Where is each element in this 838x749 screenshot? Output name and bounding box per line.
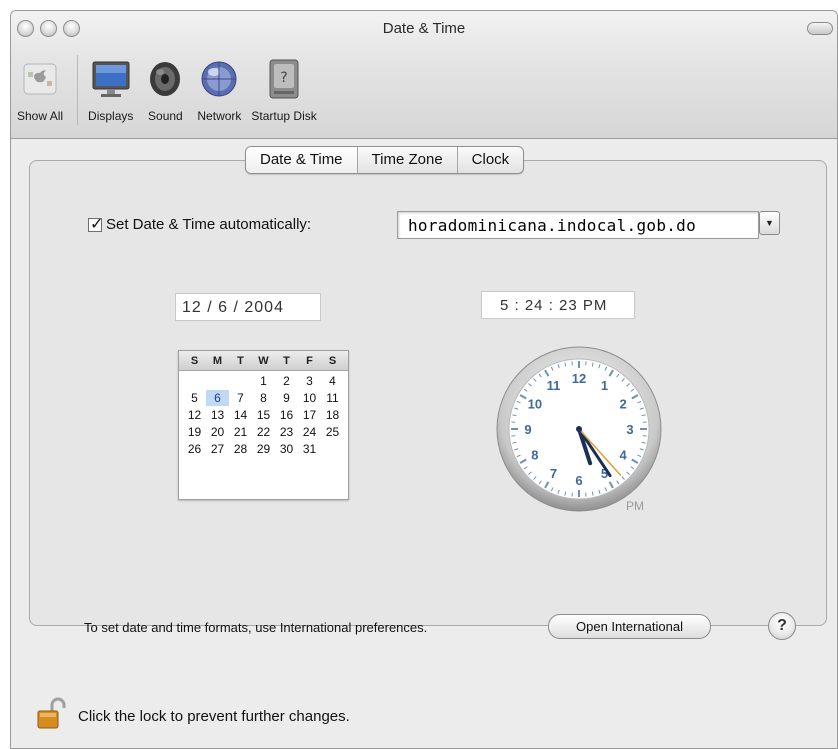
calendar-day[interactable]: 17 xyxy=(298,407,321,423)
calendar-day[interactable]: 9 xyxy=(275,390,298,406)
toolbar-divider xyxy=(77,55,79,125)
clock-numeral: 11 xyxy=(547,378,561,393)
calendar-day[interactable]: 18 xyxy=(321,407,344,423)
clock-numeral: 2 xyxy=(620,397,627,412)
time-server-field[interactable]: horadominicana.indocal.gob.do xyxy=(397,211,759,239)
hard-disk-icon: ? xyxy=(262,57,306,101)
calendar-weekday: M xyxy=(212,355,223,367)
time-field[interactable]: 5 : 24 : 23 PM xyxy=(481,291,635,319)
clock-center-pin xyxy=(576,426,582,432)
calendar-day[interactable]: 24 xyxy=(298,424,321,440)
calendar-weekday: F xyxy=(306,355,313,367)
open-international-button[interactable]: Open International xyxy=(548,614,711,639)
date-field[interactable]: 12 / 6 / 2004 xyxy=(175,293,321,321)
analog-clock[interactable]: 12 1 2 3 4 5 6 7 8 9 10 11 xyxy=(494,341,664,521)
calendar-day[interactable]: 7 xyxy=(229,390,252,406)
svg-text:?: ? xyxy=(280,70,287,86)
calendar-empty-cell xyxy=(229,373,252,389)
time-server-popup-button[interactable]: ▼ xyxy=(759,211,780,235)
title-bar[interactable]: Date & Time xyxy=(11,11,837,47)
calendar-day[interactable]: 13 xyxy=(206,407,229,423)
unlocked-padlock-icon[interactable] xyxy=(36,697,66,736)
calendar-day[interactable]: 12 xyxy=(183,407,206,423)
checkmark-icon: ✓ xyxy=(90,215,104,233)
calendar-day[interactable]: 3 xyxy=(298,373,321,389)
tab-clock[interactable]: Clock xyxy=(458,147,524,173)
apple-logo-icon xyxy=(18,57,62,101)
clock-numeral: 4 xyxy=(620,448,628,463)
toolbar-label: Show All xyxy=(17,109,64,123)
clock-numeral: 8 xyxy=(531,448,538,463)
calendar-weekday-header: SMTWTFS xyxy=(179,351,348,371)
calendar-day[interactable]: 8 xyxy=(252,390,275,406)
clock-meridiem-label: PM xyxy=(626,499,644,513)
calendar-day[interactable]: 23 xyxy=(275,424,298,440)
calendar-day[interactable]: 5 xyxy=(183,390,206,406)
display-icon xyxy=(89,57,133,101)
calendar-weekday: T xyxy=(237,355,244,367)
calendar-day[interactable]: 20 xyxy=(206,424,229,440)
toolbar: Show All Displays Sound Network ? Startu… xyxy=(11,51,837,129)
clock-numeral: 12 xyxy=(572,371,586,386)
calendar-day[interactable]: 2 xyxy=(275,373,298,389)
clock-numeral: 7 xyxy=(550,466,557,481)
toolbar-toggle-button[interactable] xyxy=(807,22,833,35)
calendar-grid: 1 2 3 4 5 6 7 8 9 10 11 12 13 14 15 16 17 18 19 20 21 22 23 24 2… xyxy=(179,371,348,459)
calendar-weekday: W xyxy=(258,355,269,367)
calendar-day[interactable]: 21 xyxy=(229,424,252,440)
toolbar-item-sound[interactable]: Sound xyxy=(143,57,187,129)
toolbar-label: Sound xyxy=(148,109,183,123)
calendar-day[interactable]: 11 xyxy=(321,390,344,406)
tab-time-zone[interactable]: Time Zone xyxy=(358,147,458,173)
help-button[interactable]: ? xyxy=(768,612,796,640)
calendar-empty-cell xyxy=(183,373,206,389)
calendar-day[interactable]: 25 xyxy=(321,424,344,440)
auto-set-checkbox[interactable]: ✓ xyxy=(88,216,103,233)
window-title: Date & Time xyxy=(382,20,466,37)
calendar-day[interactable]: 30 xyxy=(275,441,298,457)
calendar-day[interactable]: 4 xyxy=(321,373,344,389)
toolbar-item-show-all[interactable]: Show All xyxy=(17,57,63,129)
calendar-day[interactable]: 29 xyxy=(252,441,275,457)
calendar-day[interactable]: 10 xyxy=(298,390,321,406)
toolbar-label: Startup Disk xyxy=(251,109,317,123)
globe-icon xyxy=(197,57,241,101)
calendar-empty-cell xyxy=(206,373,229,389)
clock-numeral: 3 xyxy=(626,422,633,437)
international-hint: To set date and time formats, use Intern… xyxy=(84,620,428,635)
clock-numeral: 10 xyxy=(528,397,542,412)
tab-date-time[interactable]: Date & Time xyxy=(246,147,358,173)
lock-row: Click the lock to prevent further change… xyxy=(36,697,350,736)
toolbar-label: Displays xyxy=(88,109,134,123)
calendar-day[interactable]: 14 xyxy=(229,407,252,423)
calendar-day[interactable]: 27 xyxy=(206,441,229,457)
clock-numeral: 9 xyxy=(524,422,531,437)
toolbar-item-startup-disk[interactable]: ? Startup Disk xyxy=(251,57,317,129)
calendar-day[interactable]: 28 xyxy=(229,441,252,457)
toolbar-item-network[interactable]: Network xyxy=(197,57,241,129)
calendar: SMTWTFS 1 2 3 4 5 6 7 8 9 10 11 12 13 14 15 16 17 18 19 20 2… xyxy=(178,350,349,500)
clock-numeral: 6 xyxy=(575,473,582,488)
tab-bar: Date & Time Time Zone Clock xyxy=(245,146,525,174)
calendar-day[interactable]: 16 xyxy=(275,407,298,423)
calendar-day[interactable]: 31 xyxy=(298,441,321,457)
calendar-weekday: T xyxy=(283,355,290,367)
calendar-day[interactable]: 15 xyxy=(252,407,275,423)
calendar-day[interactable]: 19 xyxy=(183,424,206,440)
calendar-day[interactable]: 26 xyxy=(183,441,206,457)
calendar-day[interactable]: 1 xyxy=(252,373,275,389)
chevron-down-icon: ▼ xyxy=(765,218,774,228)
lock-label: Click the lock to prevent further change… xyxy=(78,708,350,725)
auto-set-label[interactable]: Set Date & Time automatically: xyxy=(106,216,311,233)
clock-numeral: 1 xyxy=(601,378,608,393)
toolbar-label: Network xyxy=(197,109,242,123)
calendar-weekday: S xyxy=(190,355,199,367)
speaker-icon xyxy=(143,57,187,101)
toolbar-item-displays[interactable]: Displays xyxy=(88,57,133,129)
calendar-day[interactable]: 22 xyxy=(252,424,275,440)
auto-set-row: ✓ Set Date & Time automatically: xyxy=(88,216,311,233)
calendar-day-selected[interactable]: 6 xyxy=(206,390,229,406)
calendar-weekday: S xyxy=(328,355,337,367)
